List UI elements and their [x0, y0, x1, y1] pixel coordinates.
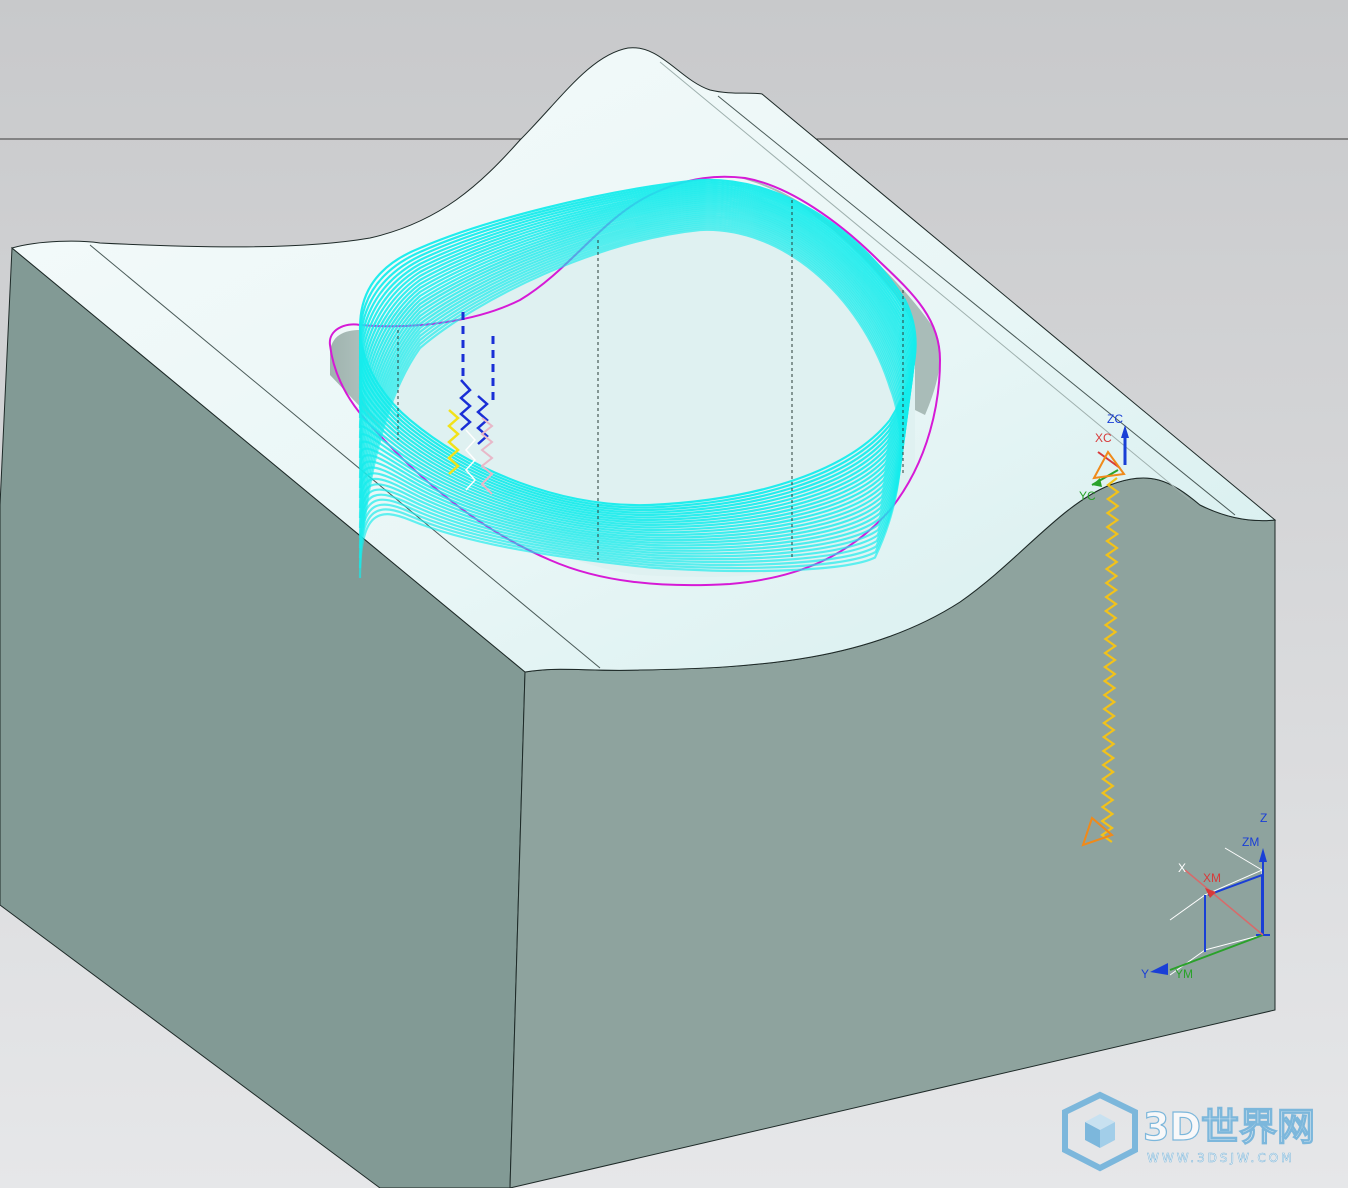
watermark-url: WWW.3DSJW.COM [1147, 1151, 1295, 1165]
mcs-zm-label: ZM [1242, 835, 1259, 849]
yc-label: YC [1079, 489, 1096, 503]
mcs-z-label: Z [1260, 811, 1267, 825]
mcs-x-label: X [1178, 861, 1186, 875]
graphics-viewport[interactable]: ZC XC YC Z ZM X XM Y YM 3D世界网 WWW.3DSJW.… [0, 0, 1348, 1188]
mcs-y-label: Y [1141, 967, 1149, 981]
xc-label: XC [1095, 431, 1112, 445]
watermark-name: 3D世界网 [1143, 1105, 1315, 1149]
mcs-ym-label: YM [1175, 967, 1193, 981]
cad-scene[interactable]: ZC XC YC Z ZM X XM Y YM 3D世界网 WWW.3DSJW.… [0, 0, 1348, 1188]
zc-label: ZC [1107, 412, 1123, 426]
mcs-xm-label: XM [1203, 871, 1221, 885]
